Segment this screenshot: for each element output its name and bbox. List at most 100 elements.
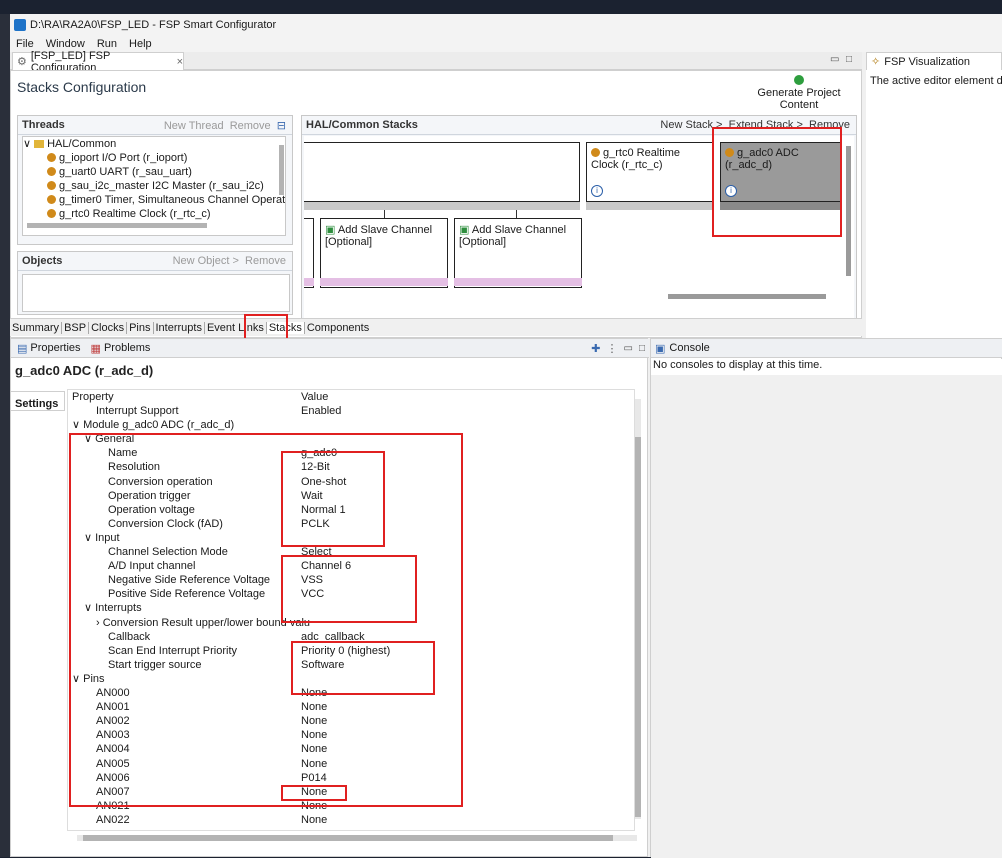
scroll-thumb[interactable] — [83, 835, 613, 841]
folder-icon — [34, 140, 45, 148]
tree-item[interactable]: g_uart0 UART (r_sau_uart) — [23, 165, 285, 179]
property-value[interactable]: None — [301, 813, 327, 827]
new-object-button[interactable]: New Object > — [173, 255, 239, 267]
generate-project-content-button[interactable]: Generate Project Content — [739, 75, 859, 111]
console-icon: ▣ — [655, 342, 666, 355]
objects-panel: Objects New Object > Remove — [17, 251, 293, 315]
tab-summary[interactable]: Summary — [10, 321, 63, 334]
tab-components[interactable]: Components — [305, 322, 371, 334]
properties-tab-bar: ▤ Properties ▦ Problems ✚ ⋮ ▭ □ — [11, 339, 649, 358]
generate-label: Generate Project Content — [757, 87, 841, 111]
tab-interrupts[interactable]: Interrupts — [154, 321, 205, 334]
threads-header: Threads New Thread Remove ⊟ — [18, 116, 292, 135]
menu-help[interactable]: Help — [129, 38, 152, 50]
property-row[interactable]: Interrupt Support Enabled — [68, 404, 634, 418]
property-row[interactable]: AN022 None — [68, 813, 634, 827]
property-value[interactable]: Enabled — [301, 404, 341, 418]
stack-bar — [304, 202, 580, 210]
visualization-message: The active editor element do — [870, 75, 1002, 87]
module-icon — [47, 209, 56, 218]
add-icon: ▣ — [325, 224, 336, 236]
menu-icon[interactable]: ⋮ — [607, 342, 618, 355]
tab-pins[interactable]: Pins — [127, 321, 154, 334]
module-icon — [47, 181, 56, 190]
tree-item[interactable]: g_sau_i2c_master I2C Master (r_sau_i2c) — [23, 179, 285, 193]
editor-tab-fsp-configuration[interactable]: ⚙ [FSP_LED] FSP Configuration × — [12, 50, 184, 74]
column-value: Value — [301, 391, 329, 403]
tab-properties[interactable]: Properties — [30, 342, 80, 354]
menu-run[interactable]: Run — [97, 38, 117, 50]
canvas-vscroll[interactable] — [846, 146, 851, 276]
tree-root[interactable]: ∨ HAL/Common — [23, 137, 285, 151]
maximize-icon[interactable]: □ — [846, 54, 852, 65]
stack-box-timer[interactable] — [304, 142, 580, 202]
tree-item-label: g_sau_i2c_master I2C Master (r_sau_i2c) — [59, 180, 264, 192]
info-icon[interactable]: i — [591, 185, 603, 197]
pin-icon[interactable]: ✚ — [591, 342, 600, 355]
stack-box-rtc[interactable]: g_rtc0 Realtime Clock (r_rtc_c) i — [586, 142, 714, 202]
threads-panel: Threads New Thread Remove ⊟ ∨ HAL/Common… — [17, 115, 293, 245]
module-icon — [47, 153, 56, 162]
collapse-icon[interactable]: ⊟ — [277, 120, 286, 132]
minimize-icon[interactable]: ▭ — [830, 54, 839, 65]
properties-icon: ▤ — [17, 342, 28, 355]
tab-console[interactable]: Console — [669, 342, 709, 354]
property-key: ∨ Module g_adc0 ADC (r_adc_d) — [72, 419, 235, 432]
menu-file[interactable]: File — [16, 38, 34, 50]
scroll-thumb[interactable] — [635, 437, 641, 817]
tree-item[interactable]: g_rtc0 Realtime Clock (r_rtc_c) — [23, 207, 285, 221]
tree-item[interactable]: g_timer0 Timer, Simultaneous Channel Ope… — [23, 193, 285, 207]
remove-object-button[interactable]: Remove — [245, 255, 286, 267]
property-row[interactable]: ∨ Module g_adc0 ADC (r_adc_d) — [68, 418, 634, 432]
properties-title: g_adc0 ADC (r_adc_d) — [15, 363, 154, 378]
tree-hscroll[interactable] — [27, 223, 207, 228]
highlight-general-values — [281, 451, 385, 547]
highlight-interrupt-values — [291, 641, 435, 695]
stack-box-label: g_rtc0 Realtime Clock (r_rtc_c) — [591, 147, 681, 171]
optional-bar — [304, 278, 314, 286]
title-bar: D:\RA\RA2A0\FSP_LED - FSP Smart Configur… — [10, 14, 1002, 36]
tree-item-label: g_timer0 Timer, Simultaneous Channel Ope… — [59, 194, 286, 206]
page-title: Stacks Configuration — [17, 79, 147, 95]
minimize-icon[interactable]: ▭ — [624, 343, 633, 354]
console-tab-bar: ▣ Console — [651, 339, 1002, 358]
fsp-visualization-body: The active editor element do — [866, 70, 1002, 338]
tree-root-label: HAL/Common — [47, 138, 117, 150]
highlight-an006-value — [281, 785, 347, 801]
tree-item[interactable]: g_ioport I/O Port (r_ioport) — [23, 151, 285, 165]
problems-icon: ▦ — [90, 342, 101, 355]
grid-vscroll[interactable] — [635, 399, 641, 819]
connector — [384, 210, 385, 218]
stacks-title: HAL/Common Stacks — [306, 119, 418, 131]
tab-clocks[interactable]: Clocks — [89, 321, 128, 334]
menu-window[interactable]: Window — [46, 38, 85, 50]
slave-channel-label: Add Slave Channel [Optional] — [459, 224, 567, 248]
property-key: AN022 — [96, 813, 130, 826]
wand-icon: ✧ — [871, 56, 881, 68]
editor-tab-bar: ⚙ [FSP_LED] FSP Configuration × ▭ □ — [10, 50, 862, 74]
highlight-adc-box — [712, 127, 842, 237]
remove-thread-button[interactable]: Remove — [230, 120, 271, 132]
module-icon — [47, 167, 56, 176]
tab-fsp-visualization[interactable]: ✧ FSP Visualization — [866, 52, 1002, 70]
new-thread-button[interactable]: New Thread — [164, 120, 224, 132]
canvas-hscroll[interactable] — [668, 294, 826, 299]
highlight-input-values — [281, 555, 417, 623]
tree-item-label: g_ioport I/O Port (r_ioport) — [59, 152, 188, 164]
maximize-icon[interactable]: □ — [639, 343, 645, 354]
objects-toolbar: New Object > Remove — [173, 255, 292, 267]
tree-vscroll[interactable] — [279, 145, 284, 195]
tab-problems[interactable]: Problems — [104, 342, 150, 354]
tab-bsp[interactable]: BSP — [62, 321, 90, 334]
close-icon[interactable]: × — [177, 56, 183, 68]
tab-settings[interactable]: Settings — [11, 391, 65, 411]
console-view: ▣ Console No consoles to display at this… — [650, 338, 1002, 858]
stack-bar — [586, 202, 714, 210]
threads-title: Threads — [22, 119, 65, 131]
play-icon — [794, 75, 804, 85]
app-icon — [14, 19, 26, 31]
gear-icon: ⚙ — [17, 56, 27, 68]
app-window: D:\RA\RA2A0\FSP_LED - FSP Smart Configur… — [10, 14, 1002, 858]
tab-label: FSP Visualization — [884, 55, 971, 68]
grid-hscroll[interactable] — [77, 835, 637, 841]
